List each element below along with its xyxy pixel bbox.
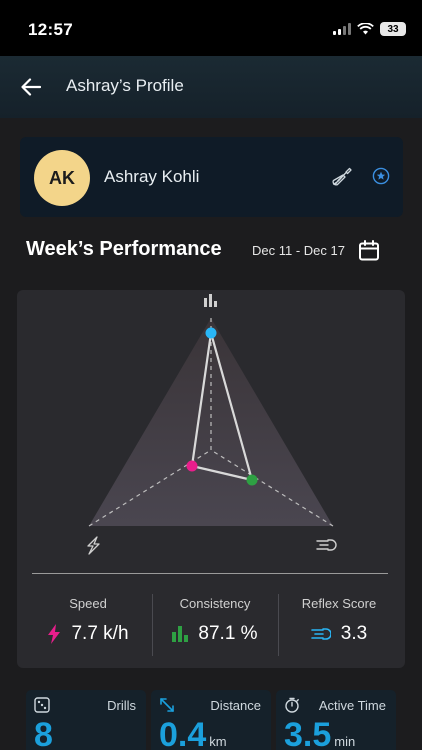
profile-card[interactable]: AK Ashray Kohli bbox=[20, 137, 403, 217]
wifi-icon bbox=[357, 23, 374, 35]
metric-value: 7.7 k/h bbox=[71, 623, 129, 644]
tile-value-number: 0.4 bbox=[159, 716, 207, 750]
diagonal-arrows-icon bbox=[160, 698, 174, 712]
metric-label: Consistency bbox=[179, 596, 251, 611]
tile-label: Drills bbox=[107, 698, 136, 713]
back-arrow-icon bbox=[21, 78, 41, 96]
performance-chart-card: Speed 7.7 k/h Consistency 87.1 % Reflex … bbox=[17, 290, 405, 668]
status-icons: 33 bbox=[333, 22, 406, 36]
back-button[interactable] bbox=[18, 74, 44, 100]
radar-chart bbox=[87, 294, 337, 555]
reflex-point bbox=[246, 474, 258, 486]
metric-separator bbox=[152, 594, 153, 656]
chart-divider bbox=[32, 573, 388, 574]
bar-chart-icon bbox=[172, 626, 189, 642]
page-title: Ashray’s Profile bbox=[66, 76, 184, 95]
tile-unit: min bbox=[334, 734, 356, 749]
speed-lines-axis-icon bbox=[316, 539, 337, 551]
consistency-point bbox=[205, 327, 217, 339]
dice-icon bbox=[34, 697, 50, 713]
stat-tile-active-time[interactable]: Active Time 3.5 min bbox=[276, 690, 396, 750]
tile-value: 3.5 min bbox=[284, 716, 355, 750]
tile-label: Active Time bbox=[318, 698, 386, 713]
status-bar: 12:57 33 bbox=[0, 0, 422, 56]
metric-reflex-score: Reflex Score 3.3 bbox=[279, 596, 399, 645]
app-bar: Ashray’s Profile bbox=[0, 56, 422, 118]
metric-speed: Speed 7.7 k/h bbox=[28, 596, 148, 645]
status-time: 12:57 bbox=[28, 20, 73, 39]
profile-name: Ashray Kohli bbox=[104, 167, 200, 186]
star-badge-icon[interactable] bbox=[372, 167, 390, 185]
tile-label: Distance bbox=[210, 698, 261, 713]
tile-value: 8 bbox=[34, 716, 56, 750]
cricket-bat-icon[interactable] bbox=[332, 167, 352, 187]
metric-label: Reflex Score bbox=[301, 596, 377, 611]
signal-icon bbox=[333, 23, 351, 35]
section-title: Week’s Performance bbox=[26, 238, 222, 260]
bar-chart-axis-icon bbox=[204, 294, 217, 307]
metric-label: Speed bbox=[69, 596, 107, 611]
tile-value: 0.4 km bbox=[159, 716, 227, 750]
metric-value: 3.3 bbox=[340, 623, 368, 644]
stat-tile-distance[interactable]: Distance 0.4 km bbox=[151, 690, 271, 750]
tile-unit: km bbox=[209, 734, 227, 749]
avatar: AK bbox=[34, 150, 90, 206]
stat-tile-drills[interactable]: Drills 8 bbox=[26, 690, 146, 750]
lightning-axis-icon bbox=[87, 536, 100, 555]
date-range[interactable]: Dec 11 - Dec 17 bbox=[252, 243, 345, 258]
calendar-icon[interactable] bbox=[357, 239, 381, 263]
speed-lines-icon bbox=[310, 628, 331, 640]
lightning-icon bbox=[48, 624, 61, 644]
tile-value-number: 3.5 bbox=[284, 716, 332, 750]
metric-value: 87.1 % bbox=[198, 623, 258, 644]
timer-icon bbox=[285, 697, 299, 713]
tile-value-number: 8 bbox=[34, 716, 53, 750]
metric-consistency: Consistency 87.1 % bbox=[155, 596, 275, 645]
speed-point bbox=[186, 460, 198, 472]
battery-indicator: 33 bbox=[380, 22, 406, 36]
